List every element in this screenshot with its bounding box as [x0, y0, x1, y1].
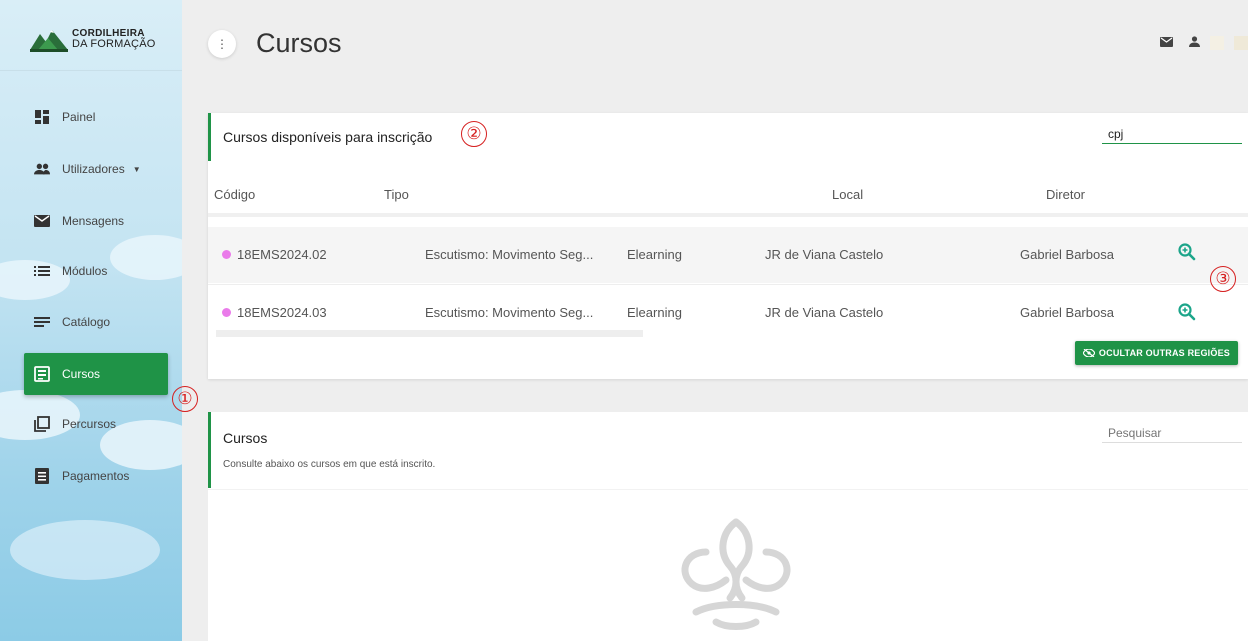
dashboard-icon	[34, 109, 50, 125]
courses-icon	[34, 366, 50, 382]
annotation-marker-2: ②	[461, 121, 487, 147]
course-type: Elearning	[627, 247, 682, 262]
sidebar-item-label: Cursos	[62, 367, 101, 381]
sidebar-item-pagamentos[interactable]: Pagamentos	[24, 455, 168, 497]
zoom-in-icon[interactable]	[1178, 243, 1196, 261]
card-header: Cursos disponíveis para inscrição	[208, 113, 1248, 161]
table-header: Código Tipo Local Diretor	[208, 167, 1248, 217]
flag-icon[interactable]	[1210, 36, 1224, 50]
user-icon[interactable]	[1189, 34, 1200, 52]
status-dot	[222, 308, 231, 318]
sidebar-item-label: Pagamentos	[62, 469, 130, 483]
course-code: 18EMS2024.03	[222, 305, 327, 320]
sidebar-item-label: Utilizadores	[62, 162, 125, 176]
sidebar-item-percursos[interactable]: Percursos	[24, 403, 168, 445]
course-local: JR de Viana Castelo	[765, 247, 884, 262]
annotation-marker-1: ①	[172, 386, 198, 412]
enrolled-courses-subtitle: Consulte abaixo os cursos em que está in…	[223, 459, 436, 470]
sidebar-item-mensagens[interactable]: Mensagens	[24, 200, 168, 242]
people-icon	[34, 161, 50, 177]
course-type: Elearning	[627, 305, 682, 320]
page-title: Cursos	[256, 28, 342, 58]
sidebar-item-modulos[interactable]: Módulos	[24, 250, 168, 292]
zoom-in-icon[interactable]	[1178, 303, 1196, 321]
column-header-codigo[interactable]: Código	[214, 187, 255, 202]
sidebar-item-label: Módulos	[62, 264, 108, 278]
brand-line2: DA FORMAÇÃO	[72, 38, 156, 50]
mail-icon[interactable]	[1160, 34, 1173, 52]
course-director: Gabriel Barbosa	[1020, 247, 1114, 262]
hide-other-regions-label: OCULTAR OUTRAS REGIÕES	[1098, 348, 1230, 358]
course-search-input[interactable]	[1102, 125, 1242, 144]
catalog-icon	[34, 314, 50, 330]
annotation-marker-3: ③	[1210, 266, 1236, 292]
course-director: Gabriel Barbosa	[1020, 305, 1114, 320]
avatar[interactable]	[1234, 36, 1248, 50]
course-local: JR de Viana Castelo	[765, 305, 884, 320]
chevron-down-icon: ▼	[132, 164, 141, 174]
mountain-logo-icon	[30, 30, 68, 52]
enrolled-courses-title: Cursos	[223, 430, 268, 446]
copy-icon	[34, 416, 50, 432]
sidebar-item-label: Percursos	[62, 417, 117, 431]
sidebar-item-label: Painel	[62, 110, 96, 124]
status-dot	[222, 250, 231, 260]
list-icon	[34, 263, 50, 279]
course-name: Escutismo: Movimento Seg...	[425, 305, 594, 320]
mail-icon	[34, 213, 50, 229]
fleur-de-lis-watermark-icon	[681, 518, 791, 630]
card-header: Cursos Consulte abaixo os cursos em que …	[208, 412, 1248, 488]
sidebar-item-label: Mensagens	[62, 214, 125, 228]
sidebar-item-cursos[interactable]: Cursos	[24, 353, 168, 395]
sidebar: CORDILHEIRA DA FORMAÇÃO Painel Utilizado…	[0, 0, 182, 641]
sidebar-item-label: Catálogo	[62, 315, 111, 329]
horizontal-scrollbar[interactable]	[216, 330, 643, 337]
topbar-actions	[1160, 34, 1248, 52]
hide-other-regions-button[interactable]: OCULTAR OUTRAS REGIÕES	[1074, 341, 1238, 365]
table-row[interactable]: 18EMS2024.02 Escutismo: Movimento Seg...…	[208, 227, 1248, 283]
brand-logo[interactable]: CORDILHEIRA DA FORMAÇÃO	[30, 26, 156, 52]
enrolled-courses-card: Cursos Consulte abaixo os cursos em que …	[208, 412, 1248, 641]
enrolled-search-input[interactable]	[1102, 424, 1242, 443]
available-courses-card: Cursos disponíveis para inscrição ② Códi…	[208, 113, 1248, 379]
logo-divider	[0, 70, 182, 71]
available-courses-title: Cursos disponíveis para inscrição	[223, 129, 433, 145]
receipt-icon	[34, 468, 50, 484]
course-name: Escutismo: Movimento Seg...	[425, 247, 594, 262]
eye-off-icon	[1082, 349, 1095, 357]
column-header-local[interactable]: Local	[832, 187, 863, 202]
menu-button[interactable]: ⋮	[208, 30, 236, 58]
column-header-tipo[interactable]: Tipo	[384, 187, 409, 202]
course-code: 18EMS2024.02	[222, 247, 327, 262]
divider	[208, 489, 1248, 490]
sidebar-item-painel[interactable]: Painel	[24, 96, 168, 138]
column-header-diretor[interactable]: Diretor	[1046, 187, 1085, 202]
sidebar-item-catalogo[interactable]: Catálogo	[24, 301, 168, 343]
sidebar-item-utilizadores[interactable]: Utilizadores ▼	[24, 148, 168, 190]
